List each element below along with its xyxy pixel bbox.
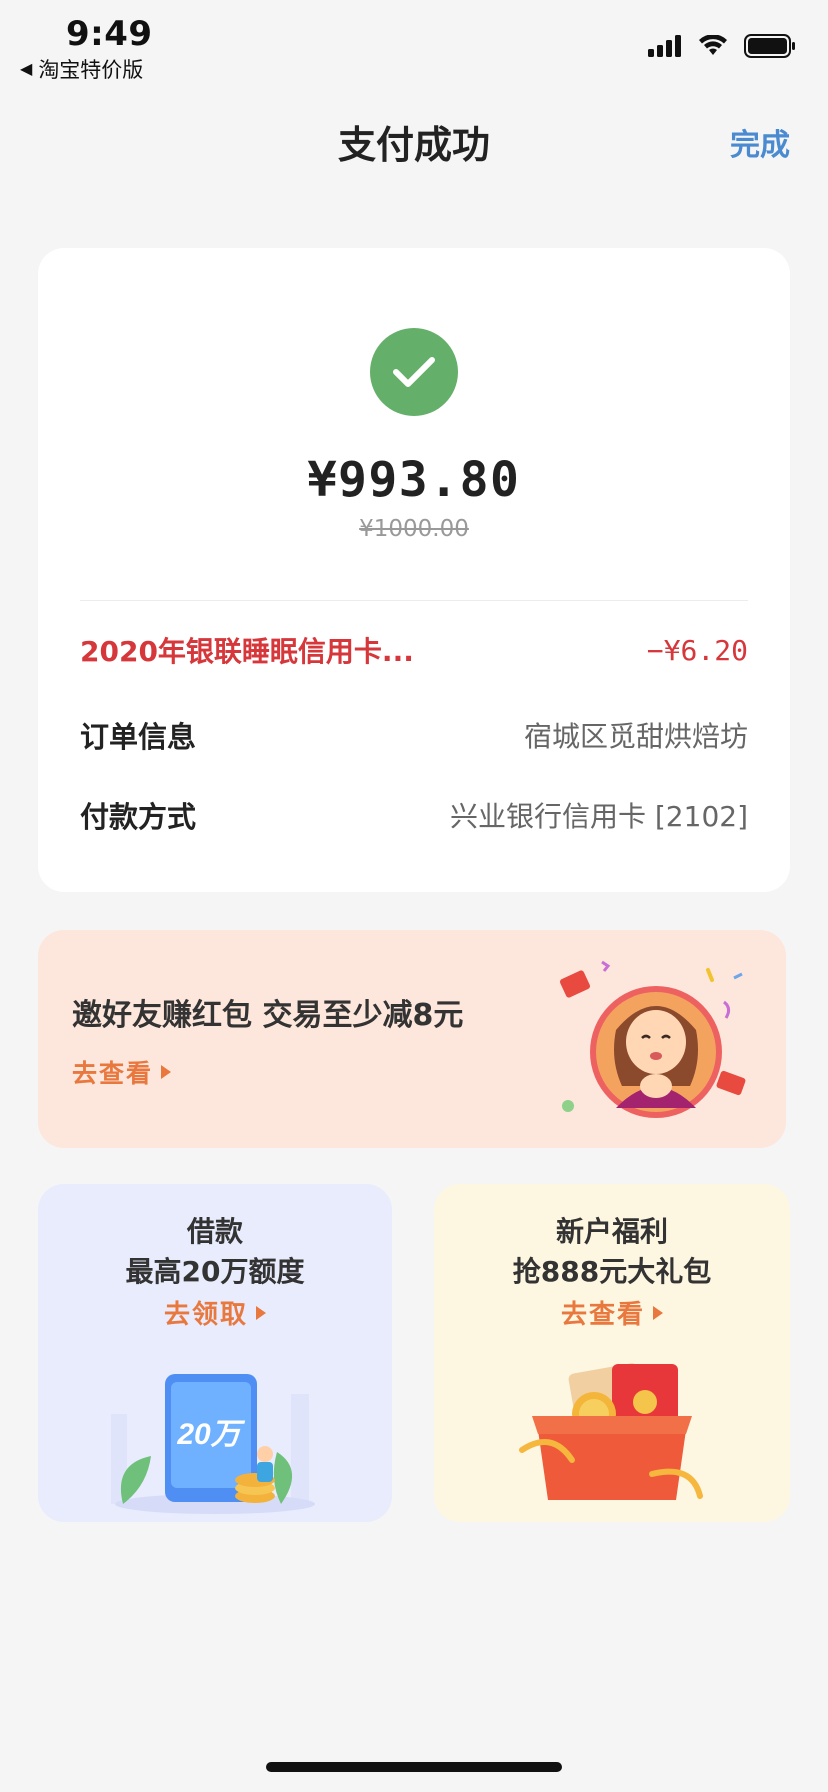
play-triangle-icon <box>256 1305 266 1320</box>
success-check-icon <box>370 328 458 416</box>
original-amount: ¥1000.00 <box>359 516 469 542</box>
invite-link-label: 去查看 <box>72 1059 154 1088</box>
play-triangle-icon <box>161 1065 172 1079</box>
order-info-label: 订单信息 <box>80 720 197 754</box>
status-bar: 9:49 ◀ 淘宝特价版 <box>0 0 828 88</box>
phone-amount-text: 20万 <box>176 1418 245 1451</box>
back-app-label: 淘宝特价版 <box>38 58 144 82</box>
new-user-title: 新户福利 <box>555 1215 668 1248</box>
divider <box>80 600 748 601</box>
wifi-icon <box>699 35 727 55</box>
play-triangle-icon <box>653 1305 663 1320</box>
status-icons <box>648 34 796 58</box>
new-user-subtitle: 抢888元大礼包 <box>512 1255 712 1288</box>
discount-label: 2020年银联睡眠信用卡... <box>80 635 414 668</box>
discount-value: −¥6.20 <box>646 633 748 667</box>
status-time: 9:49 <box>66 14 153 54</box>
home-indicator[interactable] <box>266 1762 562 1772</box>
phone-coins-illustration: 20万 <box>111 1374 315 1514</box>
new-user-benefit-card[interactable]: 新户福利 抢888元大礼包 去查看 <box>434 1184 790 1522</box>
order-info-row: 订单信息 宿城区觅甜烘焙坊 <box>80 714 748 756</box>
invite-title: 邀好友赚红包 交易至少减8元 <box>72 998 464 1033</box>
loan-title: 借款 <box>186 1215 243 1248</box>
page-title: 支付成功 <box>337 123 490 167</box>
done-button[interactable]: 完成 <box>730 120 790 164</box>
girl-red-envelope-illustration <box>559 960 746 1118</box>
invite-friends-banner[interactable]: 邀好友赚红包 交易至少减8元 去查看 <box>38 930 786 1148</box>
discount-row: 2020年银联睡眠信用卡... −¥6.20 <box>80 630 748 670</box>
new-user-link-label: 去查看 <box>560 1300 645 1330</box>
gift-box-illustration <box>519 1363 703 1500</box>
loan-card[interactable]: 借款 最高20万额度 去领取 20万 <box>38 1184 392 1522</box>
loan-subtitle: 最高20万额度 <box>125 1255 305 1288</box>
loan-link-label: 去领取 <box>163 1300 248 1330</box>
payment-method-value: 兴业银行信用卡 [2102] <box>449 800 748 833</box>
payment-method-row: 付款方式 兴业银行信用卡 [2102] <box>80 794 748 836</box>
paid-amount: ¥993.80 <box>307 452 521 508</box>
payment-method-label: 付款方式 <box>80 800 197 834</box>
invite-view-link[interactable]: 去查看 <box>72 1054 172 1090</box>
new-user-view-link[interactable]: 去查看 <box>434 1294 790 1331</box>
back-to-app-button[interactable]: ◀ 淘宝特价版 <box>20 54 143 84</box>
signal-icon <box>648 35 681 57</box>
back-triangle-icon: ◀ <box>20 59 33 78</box>
check-icon <box>393 357 435 387</box>
merchant-name: 宿城区觅甜烘焙坊 <box>523 720 748 753</box>
payment-result-card: ¥993.80 ¥1000.00 2020年银联睡眠信用卡... −¥6.20 … <box>38 248 790 892</box>
battery-icon <box>744 34 795 58</box>
loan-claim-link[interactable]: 去领取 <box>38 1294 392 1331</box>
